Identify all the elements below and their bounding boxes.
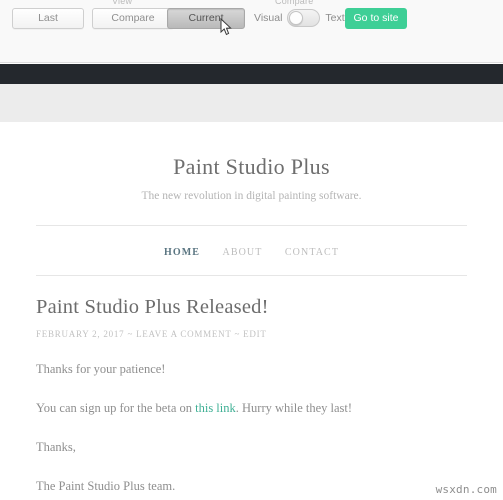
post-paragraph-4: The Paint Studio Plus team. [36,478,176,493]
edit-post-link[interactable]: EDIT [243,329,267,339]
post-paragraph-3: Thanks, [36,439,76,454]
compare-group-label: Compare [275,0,314,6]
visual-text-toggle-group: Visual Text [254,9,345,27]
current-button[interactable]: Current [167,8,245,29]
site-preview-frame: Paint Studio Plus The new revolution in … [0,122,503,500]
post-paragraph-1: Thanks for your patience! [36,362,166,376]
nav-item-contact[interactable]: CONTACT [285,247,339,258]
compare-button[interactable]: Compare [92,8,174,29]
meta-separator-1: ~ [127,329,134,339]
site-title[interactable]: Paint Studio Plus [0,154,503,180]
view-group-label: View [112,0,133,6]
post-paragraph-2: You can sign up for the beta on this lin… [36,400,467,417]
leave-a-comment-link[interactable]: LEAVE A COMMENT [136,329,231,339]
nav-item-about[interactable]: ABOUT [223,247,263,258]
site-tagline: The new revolution in digital painting s… [141,190,362,202]
meta-separator-2: ~ [234,329,241,339]
view-button-group: Last Compare Current [0,8,503,30]
go-to-site-button[interactable]: Go to site [345,8,407,29]
site-navigation: HOME ABOUT CONTACT [0,226,503,275]
paragraph-2-pre: You can sign up for the beta on [36,400,196,415]
last-button[interactable]: Last [12,8,84,29]
beta-signup-link[interactable]: this link [195,401,236,415]
post-date: FEBRUARY 2, 2017 [36,329,125,339]
nav-item-home[interactable]: HOME [164,247,200,258]
toggle-label-visual: Visual [254,12,283,24]
post-body: Thanks for your patience! You can sign u… [36,361,467,495]
site-admin-bar [0,64,503,84]
preview-toolbar: View Compare Last Compare Current Visual… [0,0,503,63]
post-title[interactable]: Paint Studio Plus Released! [36,296,467,319]
site-header: Paint Studio Plus The new revolution in … [0,122,503,202]
watermark: wsxdn.com [435,483,497,496]
post-meta: FEBRUARY 2, 2017 ~ LEAVE A COMMENT ~ EDI… [36,329,467,339]
site-top-band [0,84,503,122]
visual-text-toggle[interactable] [287,9,321,27]
toggle-label-text: Text [325,12,345,24]
post-article: Paint Studio Plus Released! FEBRUARY 2, … [0,276,503,495]
paragraph-2-post: . Hurry while they last! [235,400,353,415]
toggle-knob [289,11,304,25]
